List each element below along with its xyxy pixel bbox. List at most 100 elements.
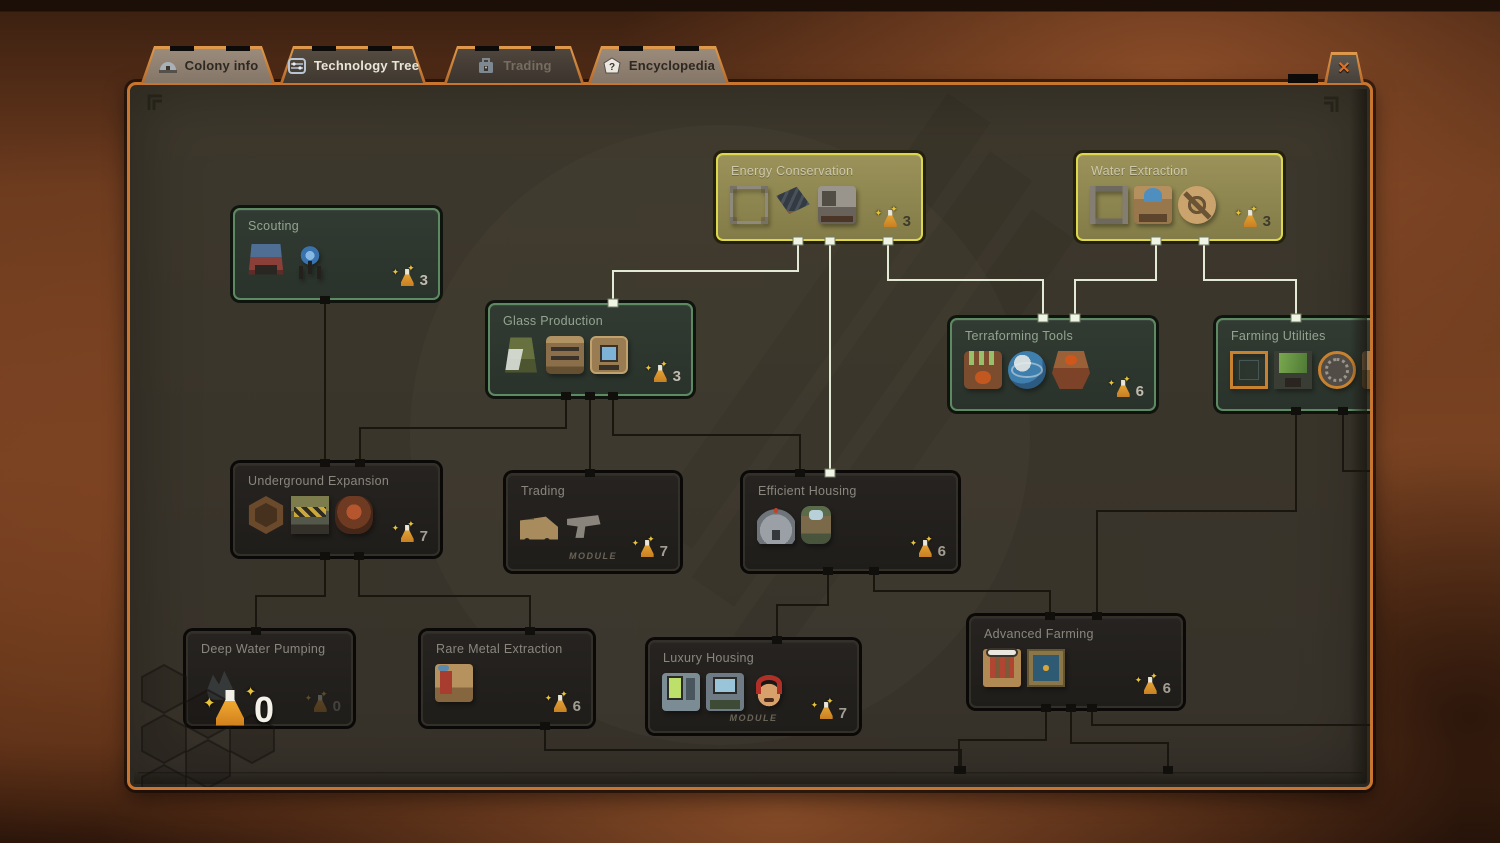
science-flask-icon (1117, 380, 1130, 397)
tech-node-icons (435, 664, 473, 702)
trade-rover-icon (520, 506, 558, 544)
tech-connection (959, 708, 1046, 770)
tech-tree-icon (287, 57, 307, 75)
research-cost-value: 3 (420, 272, 428, 289)
close-icon: ✕ (1324, 52, 1364, 83)
research-cost-value: 3 (1263, 213, 1271, 230)
research-cost-value: 6 (573, 698, 581, 715)
tech-node-title: Water Extraction (1091, 164, 1188, 178)
research-cost: 7 (641, 540, 668, 562)
research-cost-value: 6 (1163, 680, 1171, 697)
panel-bottom-shade (134, 771, 1366, 784)
frame-square-icon (730, 186, 768, 224)
water-extractor-icon (1134, 186, 1172, 224)
tech-node-title: Glass Production (503, 314, 603, 328)
research-cost-value: 3 (673, 368, 681, 385)
tech-node-icons (247, 496, 373, 534)
tech-node-title: Scouting (248, 219, 299, 233)
tech-node-terraforming-tools[interactable]: Terraforming Tools 6 (950, 318, 1156, 411)
tech-node-glass-production[interactable]: Glass Production 3 (488, 303, 693, 396)
science-flask-icon (919, 540, 932, 557)
tech-connection (1075, 241, 1156, 318)
glazier-bot-icon (502, 336, 540, 374)
hydroponics-rack-icon (983, 649, 1021, 687)
science-flask-icon (884, 210, 897, 227)
research-cost-value: 6 (938, 543, 946, 560)
ore-pot-icon (335, 496, 373, 534)
tech-node-title: Trading (521, 484, 565, 498)
science-flask-icon (216, 690, 244, 726)
tech-node-icons (757, 506, 831, 544)
tech-node-water-extraction[interactable]: Water Extraction 3 (1076, 153, 1283, 241)
science-flask-icon (1244, 210, 1257, 227)
research-cost: 0 (314, 695, 341, 717)
geo-sphere-icon (1008, 351, 1046, 389)
solar-panel-icon (774, 186, 812, 224)
orange-frame-icon (1230, 351, 1268, 389)
habitat-unit-icon (706, 673, 744, 711)
module-tag: MODULE (569, 551, 617, 561)
corner-ornament-icon (146, 93, 164, 111)
research-cost-value: 6 (1136, 383, 1144, 400)
tab-trading[interactable]: Trading (444, 46, 584, 83)
tech-node-icons (1090, 186, 1216, 224)
tech-node-rare-metal-extraction[interactable]: Rare Metal Extraction 6 (421, 631, 593, 726)
tab-technology-tree[interactable]: Technology Tree (280, 46, 426, 83)
tech-node-icons (247, 241, 329, 279)
tech-node-energy-conservation[interactable]: Energy Conservation3 (716, 153, 923, 241)
tab-label: Trading (503, 58, 551, 73)
furnace-icon (546, 336, 584, 374)
science-flask-icon (820, 702, 833, 719)
tech-node-title: Luxury Housing (663, 651, 754, 665)
science-flask-icon (1144, 677, 1157, 694)
tech-connection (256, 556, 325, 631)
tech-node-title: Terraforming Tools (965, 329, 1073, 343)
tech-node-title: Advanced Farming (984, 627, 1094, 641)
research-cost: 3 (1244, 210, 1271, 232)
research-cost-value: 7 (839, 705, 847, 722)
technology-tree-panel: Scouting3Energy Conservation3Water Extra… (127, 82, 1373, 790)
tech-node-title: Rare Metal Extraction (436, 642, 562, 656)
refinery-icon (435, 664, 473, 702)
capsule-house-icon (801, 506, 831, 544)
tech-node-title: Underground Expansion (248, 474, 389, 488)
tech-node-efficient-housing[interactable]: Efficient Housing6 (743, 473, 958, 571)
science-points-indicator: 0 (216, 689, 274, 731)
science-flask-icon (401, 269, 414, 286)
tech-connection (1092, 708, 1372, 725)
tech-node-icons (662, 673, 788, 711)
scout-rover-icon (247, 241, 285, 279)
terraformer-icon (964, 351, 1002, 389)
tab-colony-info[interactable]: Colony info (141, 46, 275, 83)
research-cost-value: 3 (903, 213, 911, 230)
vending-machine-icon (662, 673, 700, 711)
research-cost: 7 (820, 702, 847, 724)
panel-top-notch (1288, 74, 1318, 83)
drill-rig-icon (291, 496, 329, 534)
encyclopedia-icon: ? (602, 57, 622, 75)
svg-text:?: ? (609, 62, 615, 73)
science-flask-icon (654, 365, 667, 382)
tech-node-trading[interactable]: Trading MODULE 7 (506, 473, 680, 571)
research-cost-value: 7 (660, 543, 668, 560)
research-cost: 3 (401, 269, 428, 291)
science-flask-icon (554, 695, 567, 712)
tech-node-icons (730, 186, 856, 224)
scanner-icon (564, 506, 602, 544)
tech-node-underground-expansion[interactable]: Underground Expansion7 (233, 463, 440, 556)
tech-node-icons (983, 649, 1065, 687)
research-cost: 6 (554, 695, 581, 717)
tech-node-advanced-farming[interactable]: Advanced Farming 6 (969, 616, 1183, 708)
trading-locked-icon (476, 57, 496, 75)
greenhouse-panel-icon (1274, 351, 1312, 389)
tab-encyclopedia[interactable]: ? Encyclopedia (588, 46, 729, 83)
tech-connection (1204, 241, 1296, 318)
tech-node-luxury-housing[interactable]: Luxury HousingMODULE7 (648, 640, 859, 733)
research-cost-value: 0 (333, 698, 341, 715)
water-wheel-icon (1178, 186, 1216, 224)
close-button[interactable]: ✕ (1324, 52, 1364, 83)
pipe-frame-icon (1090, 186, 1128, 224)
tech-node-scouting[interactable]: Scouting 3 (233, 208, 440, 300)
tech-node-icons (964, 351, 1090, 389)
dome-house-icon (757, 506, 795, 544)
